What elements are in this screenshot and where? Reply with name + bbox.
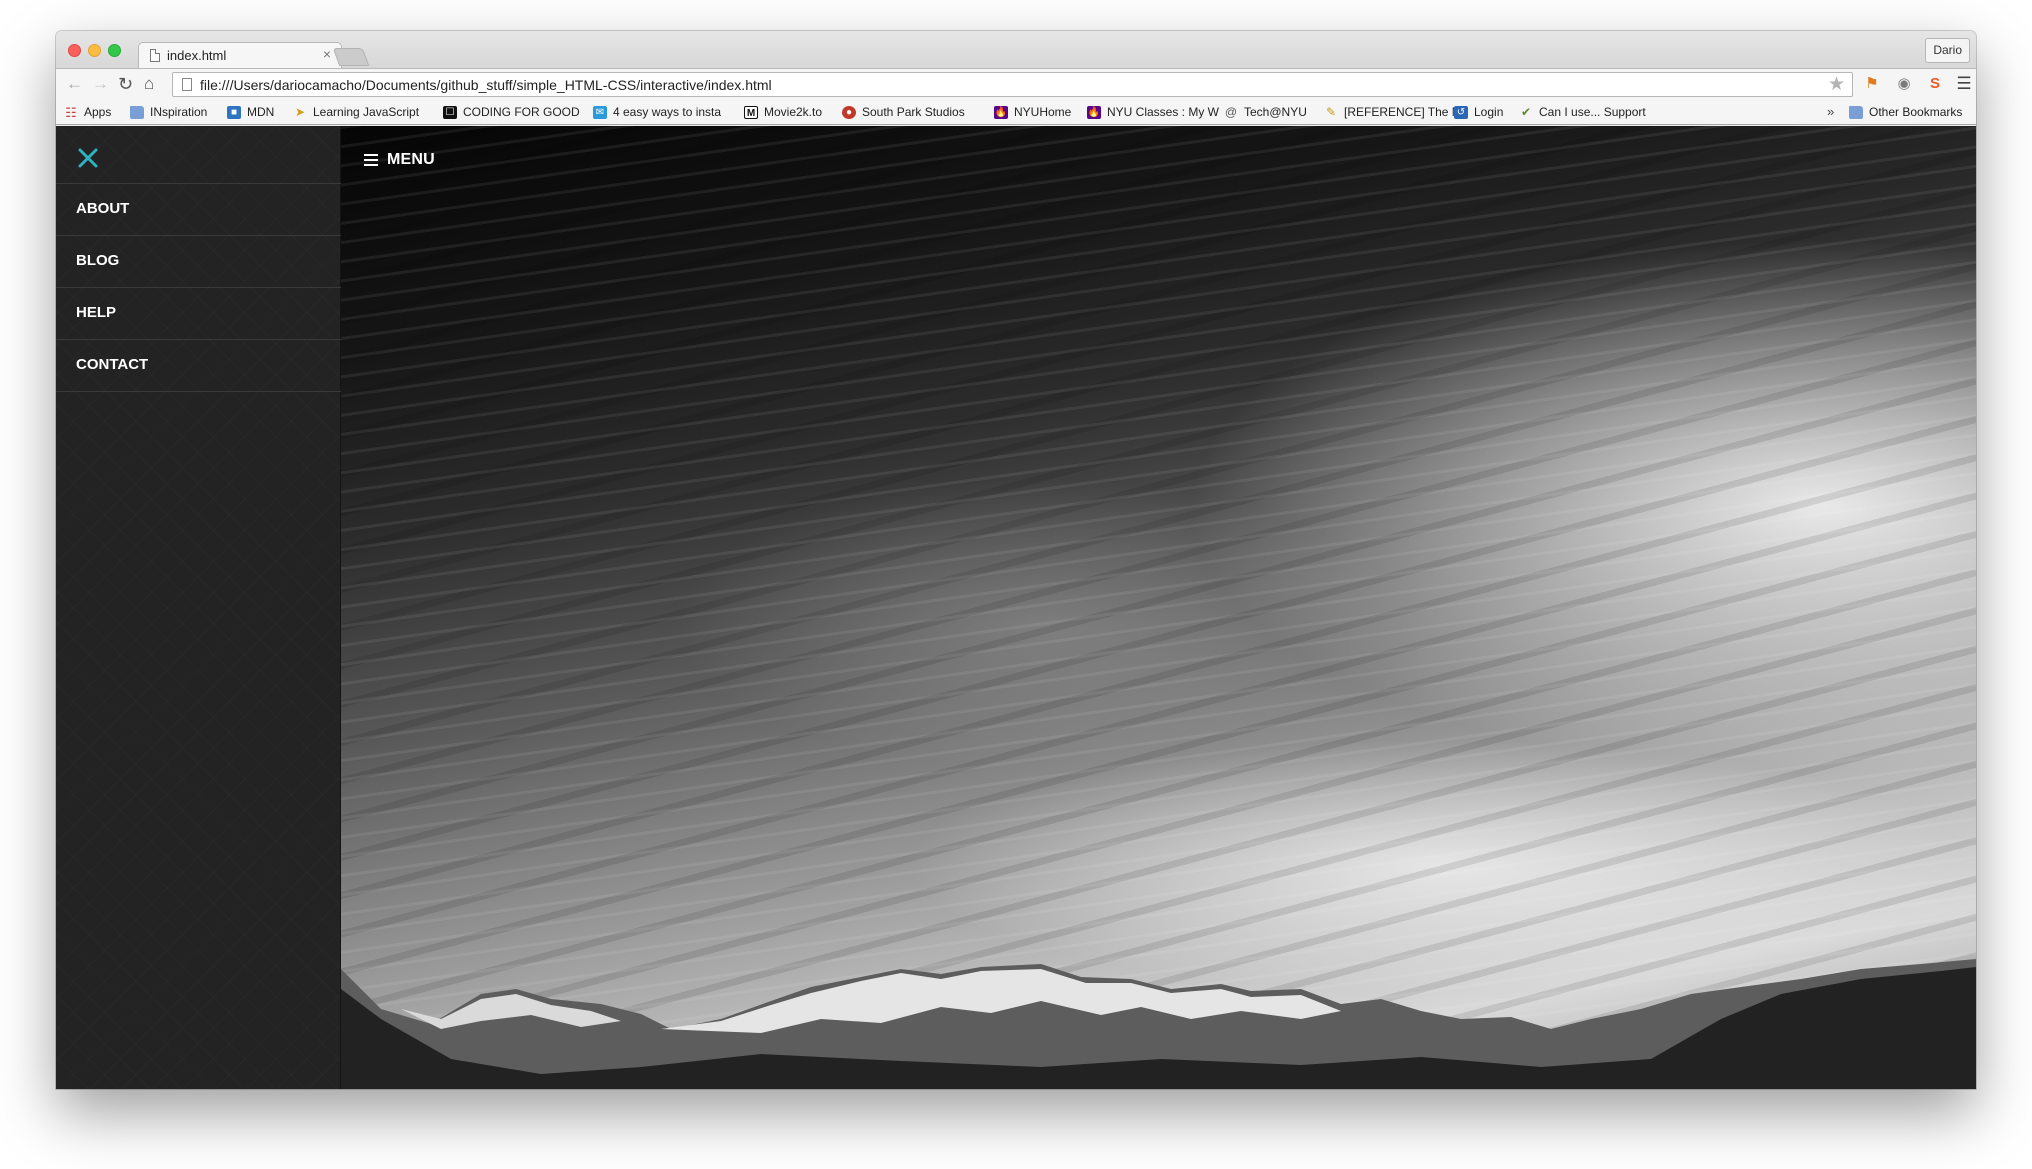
close-menu-button[interactable] (76, 146, 100, 170)
sidebar-nav: ABOUT BLOG HELP CONTACT (56, 126, 341, 1089)
cfg-icon: ☐ (443, 105, 457, 119)
menu-label: MENU (387, 151, 435, 168)
login-icon: ↺ (1454, 105, 1468, 119)
browser-toolbar: ← → ↻ ⌂ file:///Users/dariocamacho/Docum… (56, 68, 1976, 99)
tab-close-icon[interactable]: × (323, 46, 331, 62)
bookmark-item[interactable]: ✎ [REFERENCE] The N (1324, 104, 1461, 120)
mail-icon: ✉ (593, 105, 607, 119)
tab-title: index.html (167, 48, 227, 63)
browser-window: index.html × Dario ← → ↻ ⌂ file:///Users… (56, 31, 1976, 1089)
bookmark-item[interactable]: ✉ 4 easy ways to insta (593, 104, 721, 120)
mdn-icon: ■ (227, 105, 241, 119)
nyu-icon: 🔥 (994, 105, 1008, 119)
bookmark-item[interactable]: ↺ Login (1454, 104, 1503, 120)
bookmark-item[interactable]: @ Tech@NYU (1224, 104, 1307, 120)
menu-toggle-button[interactable]: MENU (364, 148, 435, 172)
caniuse-icon: ✔ (1520, 104, 1532, 119)
bookmark-item[interactable]: 🔥 NYU Classes : My W (1087, 104, 1219, 120)
bookmark-item[interactable]: ■ MDN (227, 104, 274, 120)
pen-icon: ✎ (1325, 104, 1337, 119)
hero-sky-image (341, 126, 1976, 1089)
address-url[interactable]: file:///Users/dariocamacho/Documents/git… (200, 77, 772, 93)
mountain-range (341, 959, 1976, 1089)
window-close-button[interactable] (68, 44, 81, 57)
nav-item-help[interactable]: HELP (56, 288, 341, 340)
nyu-icon: 🔥 (1087, 105, 1101, 119)
page-icon (150, 49, 160, 62)
hamburger-icon (364, 151, 378, 169)
southpark-icon: ● (842, 105, 856, 119)
nav-item-contact[interactable]: CONTACT (56, 340, 341, 392)
bookmark-item[interactable]: 🔥 NYUHome (994, 104, 1071, 120)
browser-menu-icon[interactable]: ☰ (1954, 74, 1974, 94)
extension-icon[interactable]: S (1925, 74, 1945, 94)
reload-icon[interactable]: ↻ (118, 73, 133, 95)
bookmark-item[interactable]: INspiration (130, 104, 207, 120)
bookmarks-overflow-icon[interactable]: » (1827, 104, 1834, 119)
back-arrow-icon[interactable]: ← (66, 73, 83, 95)
other-bookmarks[interactable]: Other Bookmarks (1849, 104, 1962, 120)
address-bar[interactable]: file:///Users/dariocamacho/Documents/git… (172, 72, 1853, 97)
extension-icon[interactable]: ⚑ (1862, 74, 1882, 94)
bookmark-star-icon[interactable]: ★ (1828, 73, 1845, 96)
js-icon: ➤ (294, 104, 306, 119)
new-tab-button[interactable] (332, 48, 370, 66)
tab-strip: index.html × Dario (56, 31, 1976, 69)
bookmark-item[interactable]: M Movie2k.to (744, 104, 822, 120)
cloud-streaks (341, 126, 1976, 1089)
page-viewport: MENU ABOUT BLOG HELP CONTACT (56, 126, 1976, 1089)
bookmark-item[interactable]: ✔ Can I use... Support (1519, 104, 1646, 120)
document-icon (182, 78, 192, 91)
bookmarks-bar: ☷ Apps INspiration ■ MDN ➤ Learning Java… (56, 99, 1976, 125)
nav-list: ABOUT BLOG HELP CONTACT (56, 183, 341, 392)
at-icon: @ (1224, 104, 1238, 119)
bookmark-item[interactable]: ☷ Apps (64, 104, 111, 120)
apps-grid-icon: ☷ (65, 104, 77, 120)
close-icon (78, 148, 98, 168)
bookmark-item[interactable]: ☐ CODING FOR GOOD (443, 104, 580, 120)
folder-icon (1849, 105, 1863, 119)
extension-icon[interactable]: ◉ (1894, 74, 1914, 94)
movie-icon: M (744, 105, 758, 119)
forward-arrow-icon[interactable]: → (92, 73, 109, 95)
nav-item-blog[interactable]: BLOG (56, 236, 341, 288)
home-icon[interactable]: ⌂ (144, 73, 154, 95)
bookmark-item[interactable]: ● South Park Studios (842, 104, 965, 120)
nav-item-about[interactable]: ABOUT (56, 184, 341, 236)
window-maximize-button[interactable] (108, 44, 121, 57)
folder-icon (130, 105, 144, 119)
profile-button[interactable]: Dario (1925, 38, 1970, 63)
window-minimize-button[interactable] (88, 44, 101, 57)
bookmark-item[interactable]: ➤ Learning JavaScript (293, 104, 419, 120)
browser-tab[interactable]: index.html × (138, 42, 342, 69)
